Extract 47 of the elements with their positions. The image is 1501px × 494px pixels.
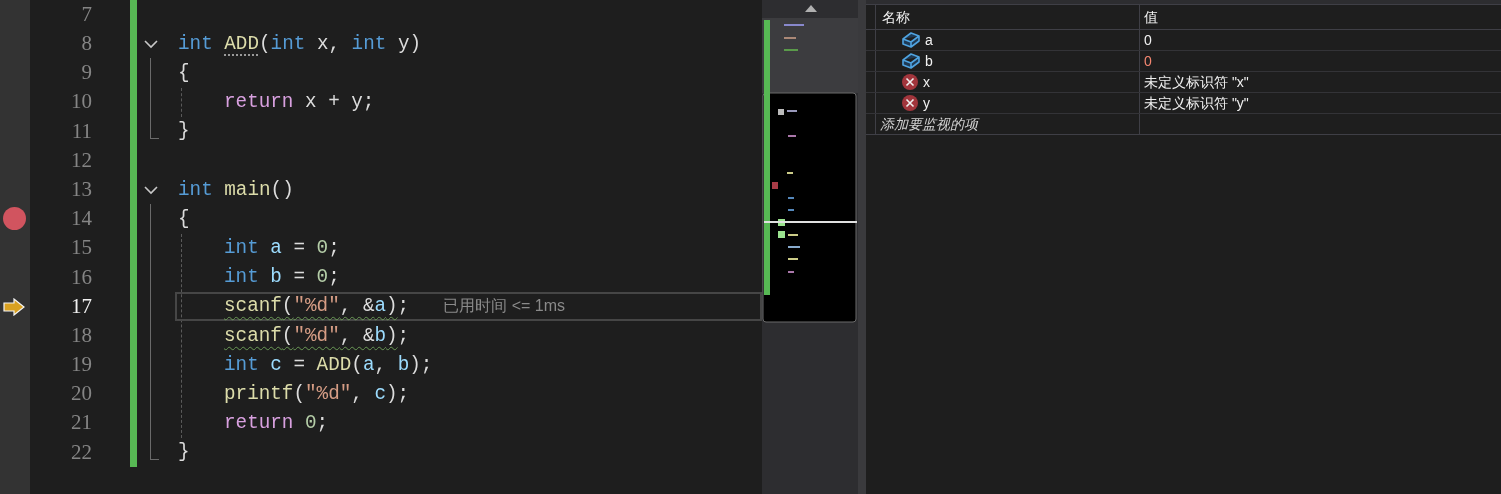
- code-line: int a = 0;: [224, 236, 340, 261]
- line-number: 13: [71, 175, 92, 203]
- column-header[interactable]: 值: [1144, 6, 1158, 28]
- watch-name: y: [923, 93, 930, 113]
- line-number: 20: [71, 380, 92, 408]
- code-line: scanf("%d", &a);: [224, 294, 410, 319]
- line-number: 10: [71, 88, 92, 116]
- watch-value: 未定义标识符 "x": [1144, 72, 1249, 92]
- add-watch-field[interactable]: 添加要监视的项: [880, 113, 978, 135]
- line-number: 7: [81, 0, 92, 28]
- watch-name: b: [925, 51, 933, 71]
- line-number: 21: [71, 409, 92, 437]
- watch-value: 0: [1144, 30, 1152, 50]
- line-number: 22: [71, 438, 92, 466]
- line-number: 11: [71, 117, 92, 145]
- code-line: int ADD(int x, int y): [178, 31, 422, 56]
- watch-name: x: [923, 72, 930, 92]
- elapsed-time-hint: 已用时间 <= 1ms: [443, 296, 565, 317]
- minimap-drawing[interactable]: [762, 18, 858, 324]
- watch-value: 未定义标识符 "y": [1144, 93, 1249, 113]
- code-line: int main(): [178, 177, 294, 202]
- watch-value: 0: [1144, 51, 1152, 71]
- watch-name: a: [925, 30, 933, 50]
- line-number: 15: [71, 234, 92, 262]
- line-number: 16: [71, 263, 92, 291]
- line-number: 17: [71, 292, 92, 320]
- collapse-icon[interactable]: [144, 40, 158, 50]
- line-number: 8: [81, 30, 92, 58]
- code-line: scanf("%d", &b);: [224, 323, 410, 348]
- line-number: 9: [81, 59, 92, 87]
- line-number: 19: [71, 351, 92, 379]
- code-line: return 0;: [224, 411, 329, 436]
- code-line: int c = ADD(a, b);: [224, 352, 433, 377]
- scroll-up-icon[interactable]: [805, 5, 817, 12]
- code-line: {: [178, 206, 190, 231]
- collapse-icon[interactable]: [144, 186, 158, 196]
- line-number: 14: [71, 205, 92, 233]
- code-line: int b = 0;: [224, 265, 340, 290]
- line-number: 18: [71, 321, 92, 349]
- code-line: {: [178, 60, 190, 85]
- code-line: }: [178, 119, 190, 144]
- column-header[interactable]: 名称: [882, 6, 910, 28]
- glyph-margin[interactable]: [0, 0, 30, 494]
- line-number: 12: [71, 146, 92, 174]
- code-line: printf("%d", c);: [224, 382, 410, 407]
- code-line: }: [178, 440, 190, 465]
- code-line: return x + y;: [224, 90, 375, 115]
